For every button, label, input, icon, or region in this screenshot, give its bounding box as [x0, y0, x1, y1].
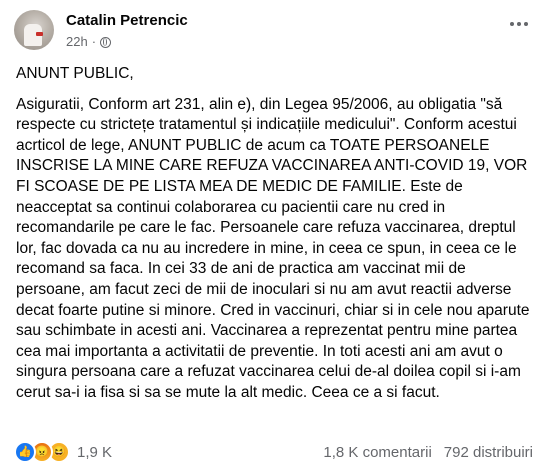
- post-body: Asiguratii, Conform art 231, alin e), di…: [16, 95, 530, 401]
- comments-count[interactable]: 1,8 K comentarii: [323, 444, 431, 461]
- avatar[interactable]: [14, 10, 54, 50]
- dot-icon: [517, 22, 521, 26]
- post-heading: ANUNT PUBLIC,: [16, 65, 134, 82]
- avatar-detail: [36, 32, 43, 36]
- globe-icon[interactable]: [100, 36, 112, 48]
- meta-separator: ·: [91, 34, 97, 49]
- post-time[interactable]: 22h: [66, 33, 88, 51]
- post-footer: 👍 😠 😆 1,9 K 1,8 K comentarii 792 distrib…: [14, 438, 533, 466]
- author-name[interactable]: Catalin Petrencic: [66, 12, 188, 30]
- reaction-count[interactable]: 1,9 K: [77, 444, 112, 461]
- dot-icon: [524, 22, 528, 26]
- reactions-summary[interactable]: 👍 😠 😆 1,9 K: [14, 441, 112, 463]
- post-text: ANUNT PUBLIC, Asiguratii, Conform art 23…: [16, 64, 538, 404]
- like-icon: 👍: [14, 441, 36, 463]
- dot-icon: [510, 22, 514, 26]
- author-block: Catalin Petrencic 22h ·: [66, 10, 188, 51]
- post-stats: 1,8 K comentarii 792 distribuiri: [323, 444, 533, 461]
- shares-count[interactable]: 792 distribuiri: [444, 444, 533, 461]
- post-meta: 22h ·: [66, 33, 188, 51]
- more-options-button[interactable]: [505, 14, 533, 34]
- post-header: Catalin Petrencic 22h ·: [14, 10, 188, 54]
